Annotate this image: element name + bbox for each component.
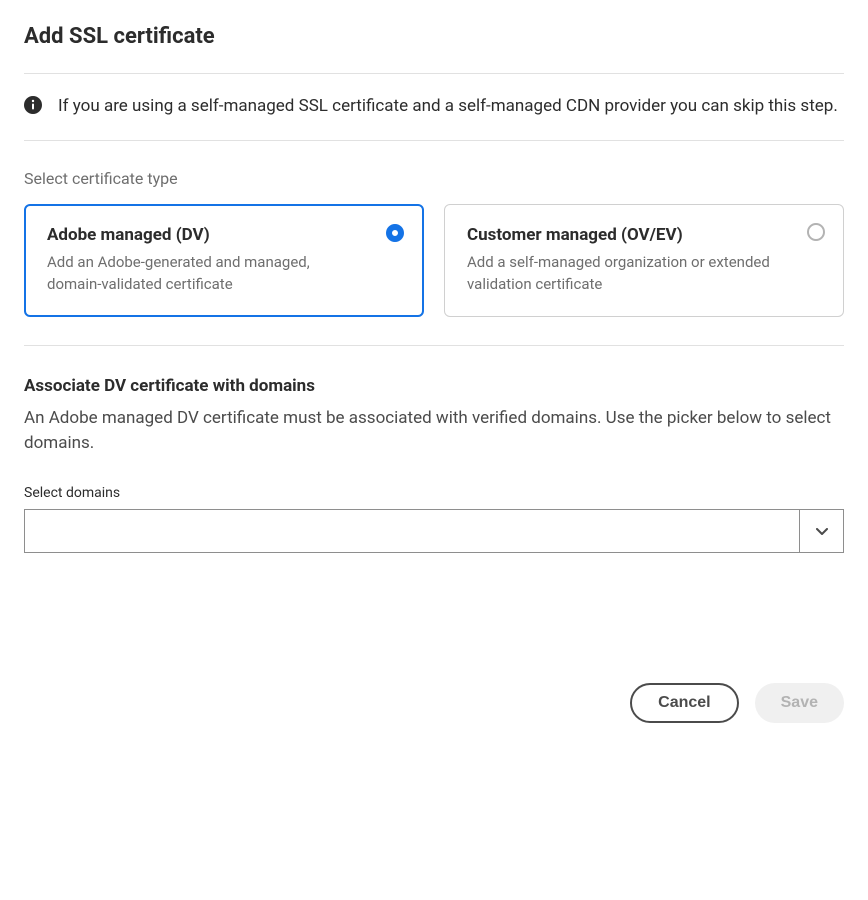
associate-desc: An Adobe managed DV certificate must be … xyxy=(24,406,844,457)
option-adobe-managed[interactable]: Adobe managed (DV) Add an Adobe-generate… xyxy=(24,204,424,317)
option-customer-managed[interactable]: Customer managed (OV/EV) Add a self-mana… xyxy=(444,204,844,317)
domains-label: Select domains xyxy=(24,485,844,501)
associate-section: Associate DV certificate with domains An… xyxy=(24,376,844,553)
radio-indicator xyxy=(386,224,404,242)
info-banner: If you are using a self-managed SSL cert… xyxy=(24,74,844,140)
domains-input[interactable] xyxy=(25,510,799,552)
cert-type-label: Select certificate type xyxy=(24,169,844,188)
info-text: If you are using a self-managed SSL cert… xyxy=(58,94,838,120)
radio-indicator xyxy=(807,223,825,241)
dialog-title: Add SSL certificate xyxy=(24,24,844,49)
option-title: Adobe managed (DV) xyxy=(47,225,367,245)
domains-dropdown-button[interactable] xyxy=(799,510,843,552)
option-desc: Add an Adobe-generated and managed, doma… xyxy=(47,251,367,296)
option-desc: Add a self-managed organization or exten… xyxy=(467,251,787,296)
option-title: Customer managed (OV/EV) xyxy=(467,225,787,245)
divider xyxy=(24,140,844,141)
domains-combobox[interactable] xyxy=(24,509,844,553)
divider xyxy=(24,345,844,346)
save-button[interactable]: Save xyxy=(755,683,844,723)
associate-title: Associate DV certificate with domains xyxy=(24,376,844,396)
info-icon xyxy=(24,96,42,114)
chevron-down-icon xyxy=(816,521,828,540)
cert-type-options: Adobe managed (DV) Add an Adobe-generate… xyxy=(24,204,844,317)
dialog-footer: Cancel Save xyxy=(24,683,844,723)
cancel-button[interactable]: Cancel xyxy=(630,683,738,723)
